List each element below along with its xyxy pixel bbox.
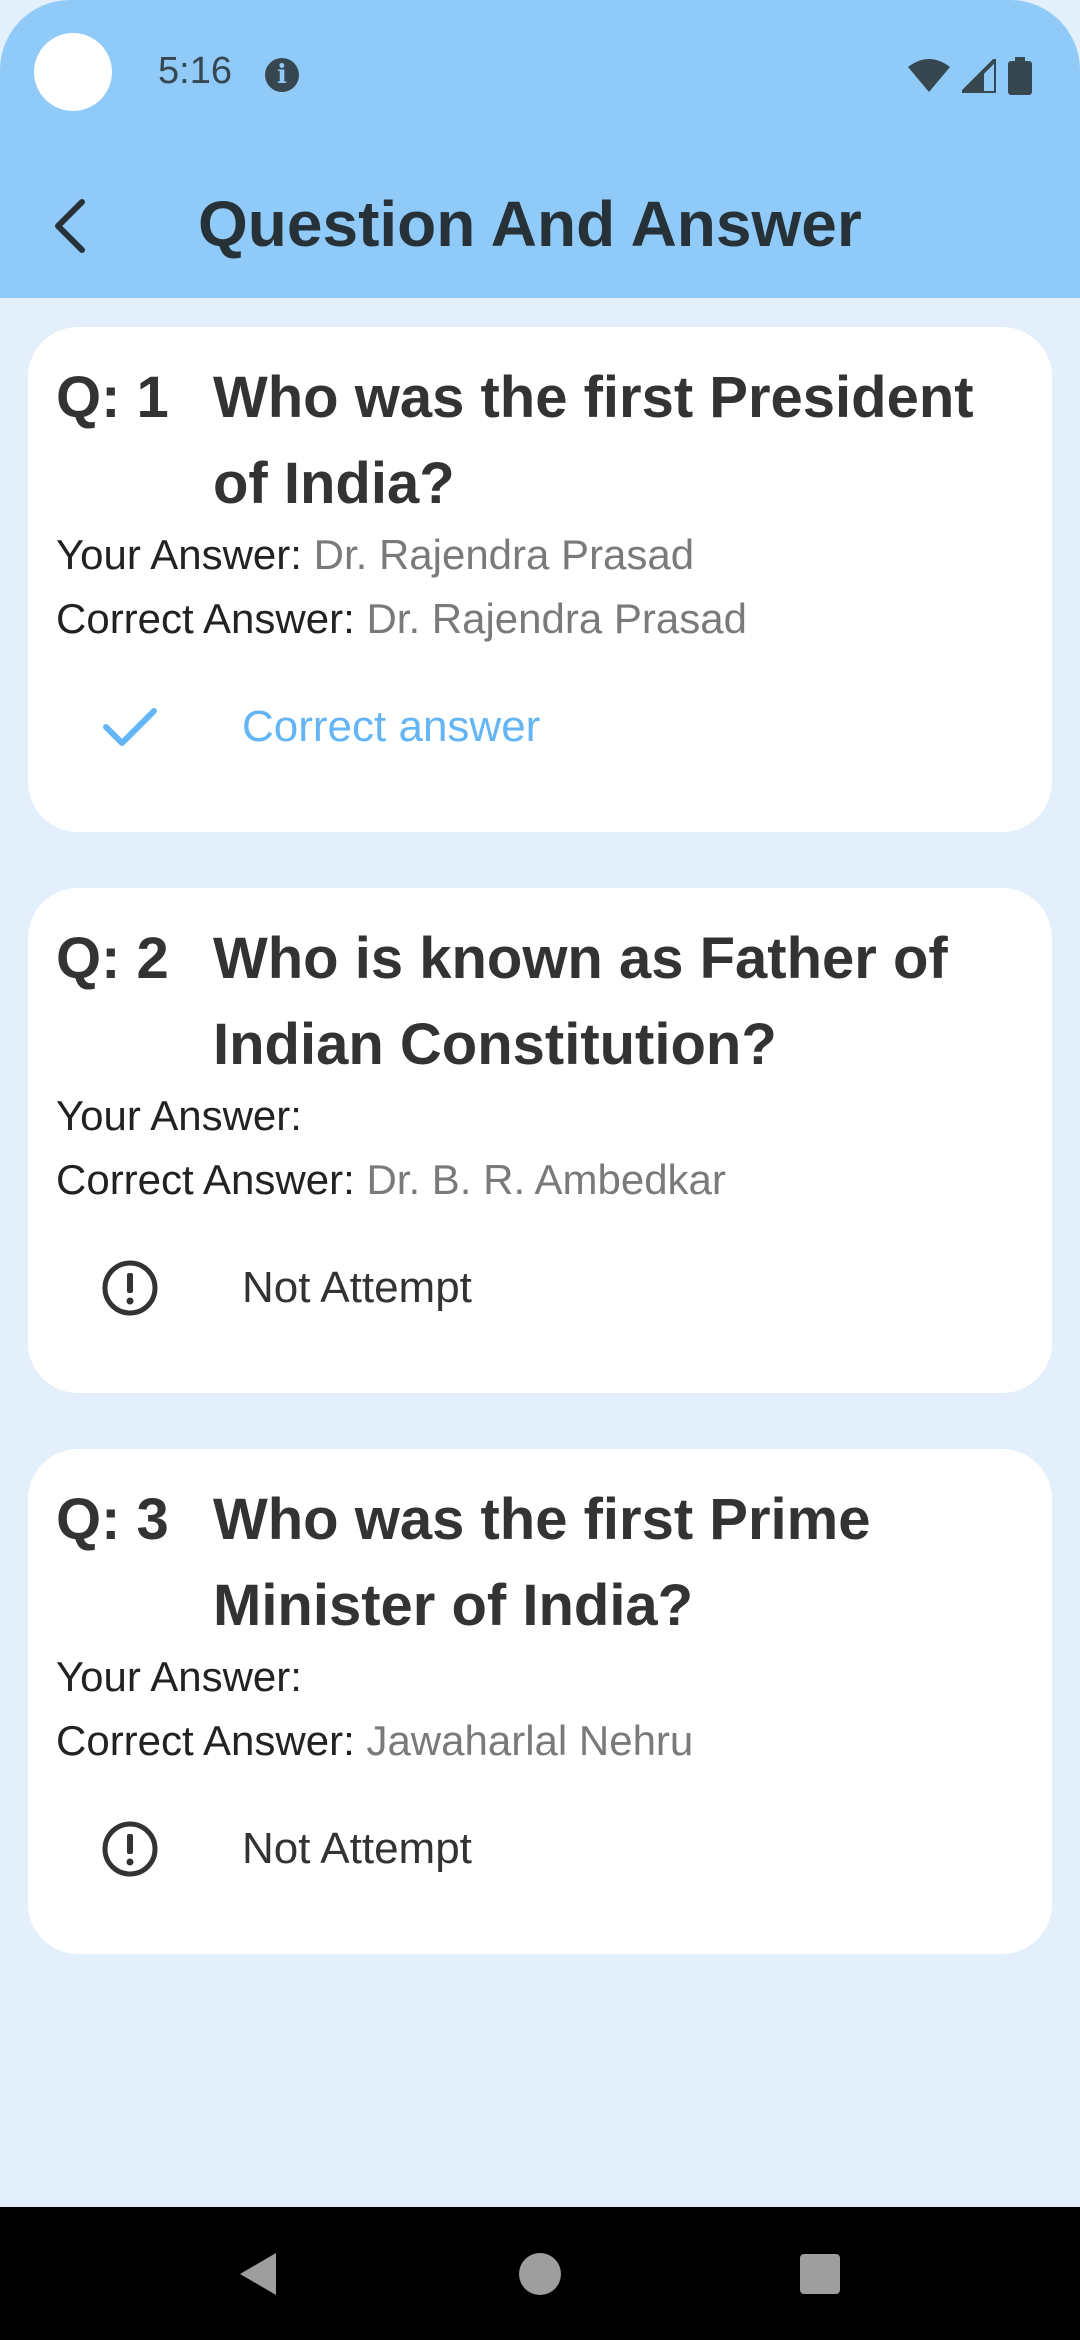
navigation-bar: [0, 2207, 1080, 2340]
nav-back-button[interactable]: [188, 2207, 328, 2340]
exclamation-circle-icon: [98, 1256, 162, 1320]
app-bar: 5:16 i Question And Answer: [0, 0, 1080, 298]
correct-answer-label: Correct Answer:: [56, 1717, 355, 1764]
question-card-1: Q: 1 Who was the first President of Indi…: [28, 327, 1052, 832]
toolbar: Question And Answer: [0, 150, 1080, 298]
your-answer-value: Dr. Rajendra Prasad: [313, 531, 695, 578]
nav-home-button[interactable]: [470, 2207, 610, 2340]
question-row: Q: 3 Who was the first Prime Minister of…: [56, 1477, 1016, 1649]
your-answer-line: Your Answer:: [56, 1647, 302, 1707]
circle-home-icon: [519, 2252, 561, 2295]
battery-icon: [1008, 57, 1032, 95]
status-bar: 5:16 i: [0, 0, 1080, 150]
square-recents-icon: [800, 2253, 840, 2294]
question-text: Who is known as Father of Indian Constit…: [213, 926, 948, 1077]
your-answer-line: Your Answer:: [56, 1086, 302, 1146]
correct-answer-label: Correct Answer:: [56, 1156, 355, 1203]
your-answer-label: Your Answer:: [56, 1653, 302, 1700]
correct-answer-value: Jawaharlal Nehru: [366, 1717, 694, 1764]
question-row: Q: 1 Who was the first President of Indi…: [56, 355, 1016, 527]
question-row: Q: 2 Who is known as Father of Indian Co…: [56, 916, 1016, 1088]
question-card-2: Q: 2 Who is known as Father of Indian Co…: [28, 888, 1052, 1393]
correct-answer-value: Dr. B. R. Ambedkar: [366, 1156, 726, 1203]
question-text: Who was the first Prime Minister of Indi…: [213, 1487, 871, 1638]
triangle-back-icon: [240, 2252, 276, 2295]
status-text: Not Attempt: [242, 1263, 472, 1312]
question-text: Who was the first President of India?: [213, 365, 974, 516]
back-button[interactable]: [30, 186, 110, 266]
camera-cutout: [34, 33, 112, 111]
correct-answer-line: Correct Answer: Jawaharlal Nehru: [56, 1711, 693, 1771]
correct-answer-value: Dr. Rajendra Prasad: [366, 595, 747, 642]
nav-recents-button[interactable]: [750, 2207, 890, 2340]
status-text: Not Attempt: [242, 1824, 472, 1873]
screen: 5:16 i Question And Answer Q: 1 Who was …: [0, 0, 1080, 2340]
question-number: Q: 3: [56, 1487, 169, 1552]
question-number: Q: 1: [56, 365, 169, 430]
info-icon: i: [265, 58, 299, 92]
question-number: Q: 2: [56, 926, 169, 991]
page-title: Question And Answer: [198, 188, 862, 260]
answer-status: Correct answer: [98, 695, 540, 759]
check-icon: [98, 695, 162, 759]
system-icons: [908, 56, 1032, 96]
correct-answer-line: Correct Answer: Dr. Rajendra Prasad: [56, 589, 747, 649]
wifi-icon: [908, 59, 950, 92]
your-answer-label: Your Answer:: [56, 1092, 302, 1139]
cellular-signal-icon: [962, 59, 996, 93]
arrow-back-icon: [55, 199, 85, 253]
correct-answer-line: Correct Answer: Dr. B. R. Ambedkar: [56, 1150, 726, 1210]
question-card-3: Q: 3 Who was the first Prime Minister of…: [28, 1449, 1052, 1954]
answer-status: Not Attempt: [98, 1817, 472, 1881]
correct-answer-label: Correct Answer:: [56, 595, 355, 642]
answer-status: Not Attempt: [98, 1256, 472, 1320]
status-text: Correct answer: [242, 702, 541, 751]
exclamation-circle-icon: [98, 1817, 162, 1881]
your-answer-line: Your Answer: Dr. Rajendra Prasad: [56, 525, 694, 585]
your-answer-label: Your Answer:: [56, 531, 302, 578]
status-time: 5:16: [158, 50, 232, 92]
